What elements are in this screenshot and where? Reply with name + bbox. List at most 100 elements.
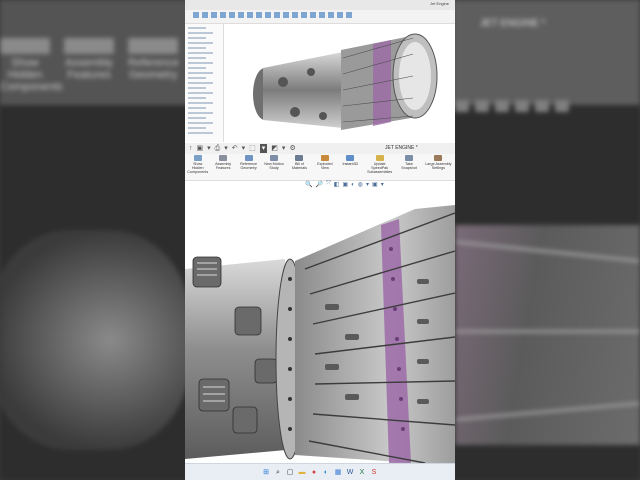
mini-feature-tree [185,24,224,142]
word-icon[interactable]: W [346,468,355,477]
qat-button[interactable]: ⎙ [215,144,221,153]
qat-button[interactable]: ▾ [259,144,268,153]
snapshot-button[interactable]: Take Snapshot [396,154,421,180]
mini-ribbon-icon [256,12,262,18]
mini-title: Jet Engine [430,1,449,6]
task-view-icon[interactable]: ▢ [286,468,295,477]
bg-ribbon-label: Show Hidden Components [0,57,63,93]
qat-button[interactable]: ◩ [271,144,278,153]
mini-tree-row [188,132,213,134]
mini-ribbon-icon [247,12,253,18]
qat-button[interactable]: ▾ [207,144,211,153]
mini-tree-row [188,32,213,34]
main-screenshot: ↑ ▣ ▾ ⎙ ▾ ↶ ▾ ⬚ ▾ ◩ ▾ ⚙ JET ENGINE * Show Hidden Co… [185,143,455,464]
qat-button[interactable]: ↶ [232,144,238,153]
motion-study-button[interactable]: New Motion Study [261,154,286,180]
mini-tree-row [188,82,213,84]
mini-tree-row [188,37,206,39]
speedpak-button[interactable]: Update SpeedPak Subassemblies [363,154,396,180]
search-icon[interactable]: ⌕ [274,468,283,477]
mini-ribbon-icon [292,12,298,18]
bg-ribbon-item: Assembly Features [64,38,114,93]
mini-ribbon-icon [202,12,208,18]
mini-tree-row [188,77,206,79]
view-tool-icon[interactable]: ▣ [342,181,348,188]
bg-icon-strip [455,100,569,112]
heads-up-view-toolbar: 🔍 🔎 ⤧ ◧ ▣ ◐ ◍ ▾ ▣ ▾ [185,180,455,189]
mini-ribbon-icon [229,12,235,18]
bg-ribbon-item: Show Hidden Components [0,38,62,93]
mini-tree-row [188,97,206,99]
mini-tree-row [188,92,213,94]
graphics-viewport[interactable] [185,189,455,464]
bg-ribbon-icon [128,38,178,54]
file-explorer-icon[interactable]: ▬ [298,468,307,477]
edge-icon[interactable]: ◐ [322,468,331,477]
large-assembly-button[interactable]: Large Assembly Settings [422,154,455,180]
qat-button[interactable]: ▾ [224,144,228,153]
ribbon-button-label: Show Hidden Components [187,162,209,175]
windows-taskbar: ⊞ ⌕ ▢ ▬ ● ◐ ▦ W X S [185,463,455,480]
bg-ribbon-label: Assembly Features [65,57,113,81]
excel-icon[interactable]: X [358,468,367,477]
view-tool-icon[interactable]: ◐ [351,182,355,188]
ribbon-button-label: Take Snapshot [401,162,417,171]
mini-ribbon-icon [283,12,289,18]
mini-ribbon-icon [328,12,334,18]
show-hidden-button[interactable]: Show Hidden Components [185,154,210,180]
view-tool-icon[interactable]: ▣ [372,181,378,188]
mini-tree-row [188,112,213,114]
chrome-icon[interactable]: ● [310,468,319,477]
view-tool-icon[interactable]: ▾ [366,181,369,188]
windows-start-icon[interactable]: ⊞ [262,468,271,477]
bg-ribbon-label: Reference Geometry [128,57,179,81]
store-icon[interactable]: ▦ [334,468,343,477]
view-tool-icon[interactable]: 🔎 [315,181,322,188]
mini-ribbon-icon [238,12,244,18]
mini-tree-row [188,52,213,54]
center-video-strip: Jet Engine ↑ ▣ ▾ ⎙ ▾ ↶ ▾ ⬚ ▾ ◩ ▾ ⚙ JET E… [185,0,455,480]
large-assembly-icon [434,155,443,161]
solidworks-icon[interactable]: S [370,468,379,477]
assembly-features-button[interactable]: Assembly Features [210,154,235,180]
mini-ribbon-icon [310,12,316,18]
document-title: JET ENGINE * [385,145,418,151]
view-tool-icon[interactable]: ⤧ [326,181,331,188]
ribbon-button-label: Instant3D [342,162,359,166]
ribbon-button-label: Exploded View [317,162,333,171]
qat-button[interactable]: ↑ [189,144,193,153]
ribbon-button-label: Update SpeedPak Subassemblies [367,162,393,175]
mini-graphics-area [223,24,455,142]
mini-tree-row [188,47,206,49]
mini-engine-model [253,33,438,130]
instant3d-button[interactable]: Instant3D [338,154,363,180]
mini-tree-row [188,122,213,124]
view-tool-icon[interactable]: ◍ [358,181,363,188]
qat-button[interactable]: ▾ [242,144,246,153]
motion-study-icon [270,155,279,161]
qat-button[interactable]: ⚙ [289,144,295,153]
exploded-view-icon [320,155,329,161]
speedpak-icon [375,155,384,161]
qat-button[interactable]: ⬚ [249,144,256,153]
bom-button[interactable]: Bill of Materials [287,154,312,180]
assembly-features-icon [219,155,228,161]
bg-title: JET ENGINE * [480,18,546,29]
exploded-view-button[interactable]: Exploded View [312,154,337,180]
mini-tree-row [188,107,206,109]
ribbon-button-label: Bill of Materials [291,162,307,171]
mini-ribbon-icon [265,12,271,18]
view-tool-icon[interactable]: 🔍 [305,181,312,188]
view-tool-icon[interactable]: ▾ [381,181,384,188]
top-screenshot: Jet Engine [185,0,455,144]
qat-button[interactable]: ▾ [282,144,286,153]
bg-ribbon-icon [64,38,114,54]
mini-ribbon-icon [301,12,307,18]
mini-tree-row [188,57,206,59]
ribbon-button-label: Assembly Features [215,162,232,171]
jet-engine-model[interactable] [185,189,455,464]
mini-tree-row [188,27,206,29]
view-tool-icon[interactable]: ◧ [334,181,340,188]
qat-button[interactable]: ▣ [197,144,204,153]
reference-geometry-button[interactable]: Reference Geometry [236,154,261,180]
